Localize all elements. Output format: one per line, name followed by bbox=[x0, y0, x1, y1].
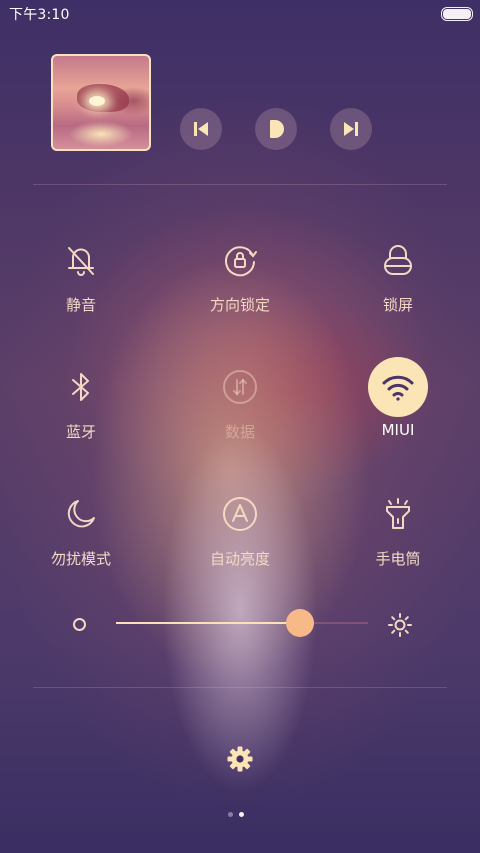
page-dot-1 bbox=[228, 812, 233, 817]
toggle-flashlight-label: 手电筒 bbox=[375, 550, 421, 568]
toggle-silent-label: 静音 bbox=[65, 296, 96, 314]
toggle-flashlight[interactable]: 手电筒 bbox=[343, 484, 453, 569]
skip-next-icon bbox=[344, 122, 358, 136]
toggle-wifi-label: MIUI bbox=[381, 421, 415, 439]
toggle-wifi-icon-wrap bbox=[368, 357, 428, 417]
settings-gear-icon[interactable] bbox=[226, 745, 254, 773]
battery-fill bbox=[443, 9, 471, 19]
toggle-silent[interactable]: 静音 bbox=[26, 230, 136, 315]
auto-brightness-icon bbox=[223, 497, 257, 531]
toggle-silent-icon-wrap bbox=[51, 230, 111, 290]
brightness-slider[interactable] bbox=[116, 609, 368, 637]
toggle-rotation-lock-icon-wrap bbox=[210, 230, 270, 290]
toggle-lock-screen[interactable]: 锁屏 bbox=[343, 230, 453, 315]
bluetooth-icon bbox=[72, 373, 89, 401]
page-dot-2 bbox=[239, 812, 244, 817]
previous-track-button[interactable] bbox=[180, 108, 222, 150]
toggle-rotation-lock[interactable]: 方向锁定 bbox=[185, 230, 295, 315]
brightness-low-icon bbox=[73, 618, 86, 631]
album-art[interactable] bbox=[51, 54, 151, 151]
toggle-mobile-data[interactable]: 数据 bbox=[185, 357, 295, 442]
page-indicator bbox=[228, 812, 244, 817]
toggle-rotation-lock-label: 方向锁定 bbox=[209, 296, 270, 314]
status-time: 下午3:10 bbox=[9, 7, 70, 23]
battery-icon bbox=[441, 7, 473, 21]
skip-previous-icon bbox=[194, 122, 208, 136]
toggle-bluetooth-icon-wrap bbox=[51, 357, 111, 417]
moon-icon bbox=[67, 500, 95, 528]
toggle-wifi[interactable]: MIUI bbox=[343, 357, 453, 439]
bottom-divider bbox=[33, 687, 447, 688]
toggle-lock-screen-icon-wrap bbox=[368, 230, 428, 290]
album-art-sun bbox=[89, 96, 105, 106]
brightness-slider-thumb[interactable] bbox=[285, 609, 314, 637]
toggle-lock-screen-label: 锁屏 bbox=[382, 296, 413, 314]
toggle-do-not-disturb-icon-wrap bbox=[51, 484, 111, 544]
rotation-lock-icon bbox=[225, 246, 257, 277]
wifi-icon bbox=[382, 375, 414, 401]
brightness-slider-fill bbox=[116, 622, 300, 624]
toggle-auto-brightness-icon-wrap bbox=[210, 484, 270, 544]
toggle-auto-brightness-label: 自动亮度 bbox=[209, 550, 270, 568]
play-button[interactable] bbox=[255, 108, 297, 150]
brightness-high-icon bbox=[388, 613, 412, 637]
toggle-bluetooth-label: 蓝牙 bbox=[65, 423, 96, 441]
toggle-flashlight-icon-wrap bbox=[368, 484, 428, 544]
toggle-mobile-data-label: 数据 bbox=[224, 423, 255, 441]
bell-off-icon bbox=[68, 247, 94, 276]
flashlight-icon bbox=[386, 498, 410, 529]
toggle-mobile-data-icon-wrap bbox=[210, 357, 270, 417]
lock-icon bbox=[384, 245, 412, 275]
next-track-button[interactable] bbox=[330, 108, 372, 150]
toggle-do-not-disturb-label: 勿扰模式 bbox=[50, 550, 111, 568]
top-divider bbox=[33, 184, 447, 185]
toggle-auto-brightness[interactable]: 自动亮度 bbox=[185, 484, 295, 569]
play-icon bbox=[270, 120, 284, 138]
toggle-bluetooth[interactable]: 蓝牙 bbox=[26, 357, 136, 442]
mobile-data-icon bbox=[223, 370, 257, 404]
toggle-do-not-disturb[interactable]: 勿扰模式 bbox=[26, 484, 136, 569]
